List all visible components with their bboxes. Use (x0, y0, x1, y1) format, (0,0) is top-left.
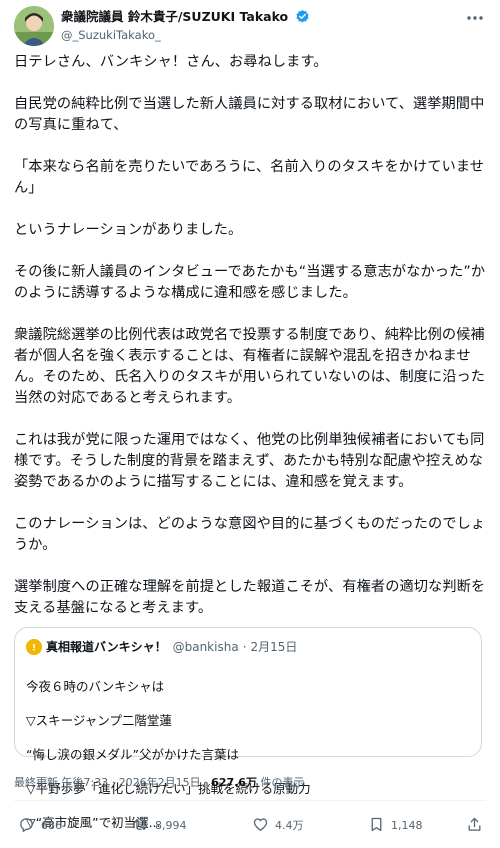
quoted-line: ▽スキージャンプ二階堂蓮 (26, 713, 172, 728)
user-handle[interactable]: @_SuzukiTakako_ (61, 28, 161, 43)
reply-button[interactable]: 686 (18, 816, 62, 834)
repost-count: 8,994 (155, 819, 187, 832)
view-count: 627.6万 (211, 776, 257, 789)
bookmark-button[interactable]: 1,148 (368, 816, 423, 834)
quoted-line: 今夜６時のバンキシャは (26, 679, 165, 694)
tweet-paragraph: 自民党の純粋比例で当選した新人議員に対する取材において、選挙期間中の写真に重ねて… (14, 96, 485, 133)
tweet-paragraph: このナレーションは、どのような意図や目的に基づくものだったのでしょうか。 (14, 516, 486, 553)
share-button[interactable] (466, 816, 489, 834)
share-icon (468, 817, 481, 831)
tweet-text: 日テレさん、バンキシャ！さん、お尋ねします。 自民党の純粋比例で当選した新人議員… (14, 52, 486, 640)
like-count: 4.4万 (275, 819, 304, 832)
tweet-paragraph: 「本来なら名前を売りたいであろうに、名前入りのタスキをかけていません」 (14, 159, 485, 196)
view-label: 件の表示 (256, 776, 305, 789)
bookmark-icon (371, 817, 382, 832)
tweet-paragraph: というナレーションがありました。 (14, 222, 243, 238)
tweet-meta: 最終更新 午後7:33 · 2026年2月15日 · 627.6万 件の表示 (14, 774, 304, 790)
verified-badge-icon (295, 9, 310, 28)
bookmark-count: 1,148 (391, 819, 423, 832)
quoted-display-name: 真相報道バンキシャ！ (46, 640, 167, 654)
reply-count: 686 (41, 819, 62, 832)
tweet-paragraph: 衆議院総選挙の比例代表は政党名で投票する制度であり、純粋比例の候補者が個人名を強… (14, 327, 486, 406)
like-button[interactable]: 4.4万 (252, 816, 304, 834)
heart-icon (253, 818, 268, 831)
quoted-line: “悔し涙の銀メダル”父がかけた言葉は (26, 747, 239, 762)
repost-button[interactable]: 8,994 (132, 816, 187, 834)
quoted-separator: · (242, 640, 247, 654)
display-name[interactable]: 衆議院議員 鈴木貴子/SUZUKI Takako (61, 9, 310, 28)
tweet-paragraph: 選挙制度への正確な理解を前提とした報道こそが、有権者の適切な判断を支える基盤にな… (14, 579, 486, 616)
timestamp[interactable]: 最終更新 午後7:33 · 2026年2月15日 · (14, 776, 211, 789)
repost-icon (134, 818, 147, 831)
tweet-paragraph: その後に新人議員のインタビューであたかも“当選する意志がなかった”かのように誘導… (14, 264, 486, 301)
quoted-handle: @bankisha (172, 640, 239, 654)
more-options-icon[interactable] (464, 10, 486, 26)
tweet-paragraph: これは我が党に限った運用ではなく、他党の比例単独候補者においても同様です。そうし… (14, 432, 485, 490)
avatar[interactable] (14, 6, 54, 46)
tweet-paragraph: 日テレさん、バンキシャ！さん、お尋ねします。 (14, 54, 328, 70)
display-name-text[interactable]: 衆議院議員 鈴木貴子/SUZUKI Takako (61, 9, 288, 24)
tweet-header: 衆議院議員 鈴木貴子/SUZUKI Takako @_SuzukiTakako_ (14, 6, 486, 46)
quoted-date: 2月15日 (250, 640, 298, 654)
action-bar: 686 8,994 4.4万 1,148 (14, 812, 486, 838)
quoted-tweet-card[interactable]: ! 真相報道バンキシャ！ @bankisha · 2月15日 今夜６時のバンキシャは … (14, 627, 482, 830)
reply-icon (20, 818, 33, 832)
svg-text:!: ! (32, 644, 36, 654)
quoted-tweet-header: ! 真相報道バンキシャ！ @bankisha · 2月15日 (26, 639, 297, 655)
divider (14, 800, 486, 801)
quoted-avatar: ! (26, 639, 42, 655)
